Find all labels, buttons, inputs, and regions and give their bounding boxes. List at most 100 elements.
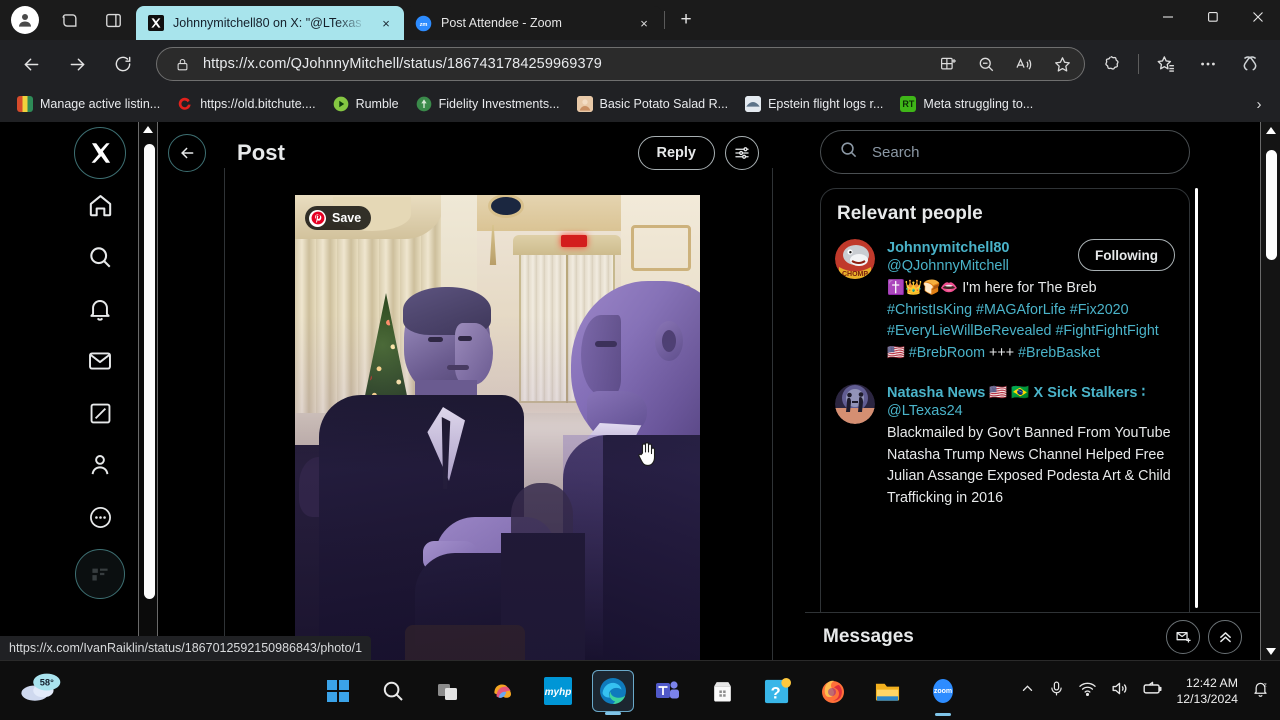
bookmark-item[interactable]: Epstein flight logs r...: [738, 93, 890, 115]
sliders-icon[interactable]: [725, 136, 759, 170]
split-screen-icon[interactable]: [934, 50, 962, 78]
favorites-list-icon[interactable]: [1148, 46, 1184, 82]
profile-avatar-button[interactable]: [8, 3, 42, 37]
avatar[interactable]: [835, 384, 875, 424]
pinterest-save-button[interactable]: Save: [305, 206, 372, 230]
scroll-up-arrow-icon[interactable]: [1265, 127, 1276, 134]
relevant-person[interactable]: CHOMP Johnnymitchell80 @QJohnnyMitchell …: [821, 235, 1189, 374]
taskbar-zoom-icon[interactable]: zoom: [922, 670, 964, 716]
new-message-icon[interactable]: [1166, 619, 1200, 654]
scroll-up-arrow-icon[interactable]: [143, 126, 153, 133]
bookmark-item[interactable]: Manage active listin...: [10, 93, 167, 115]
notification-bell-icon[interactable]: z: [1251, 679, 1270, 703]
avatar[interactable]: CHOMP: [835, 239, 875, 279]
taskbar-edge-icon[interactable]: [591, 670, 634, 715]
x-page: Post Reply Save Search Relevant people C…: [0, 122, 1280, 660]
browser-tab-x[interactable]: Johnnymitchell80 on X: "@LTexas ×: [136, 6, 404, 40]
taskbar-file-explorer-icon[interactable]: [867, 670, 909, 712]
maximize-button[interactable]: [1190, 0, 1235, 34]
bio-hashtags[interactable]: #ChristIsKing #MAGAforLife #Fix2020 #Eve…: [887, 302, 1159, 340]
sidebar-item-notifications[interactable]: [74, 283, 126, 335]
svg-text:?: ?: [771, 684, 781, 702]
page-scrollbar-left[interactable]: [138, 122, 158, 660]
person-handle[interactable]: @QJohnnyMitchell: [887, 257, 1070, 276]
battery-icon[interactable]: [1142, 678, 1163, 704]
relevant-people-card: Relevant people CHOMP Johnnymitchell80 @…: [820, 188, 1190, 660]
bio-hashtags-2[interactable]: #BrebRoom: [909, 345, 985, 361]
sidebar-item-messages[interactable]: [74, 335, 126, 387]
bookmark-item[interactable]: Fidelity Investments...: [409, 93, 567, 115]
scroll-down-arrow-icon[interactable]: [1265, 648, 1276, 655]
post-column: Post Reply Save: [158, 122, 773, 660]
person-bio: Blackmailed by Gov't Banned From YouTube…: [887, 425, 1171, 506]
taskbar-store-icon[interactable]: [702, 670, 744, 712]
bookmark-item[interactable]: https://old.bitchute....: [170, 93, 322, 115]
taskbar-get-help-icon[interactable]: ?: [757, 670, 799, 712]
bookmark-item[interactable]: Rumble: [326, 93, 406, 115]
page-scrollbar-right[interactable]: [1260, 122, 1280, 660]
bookmark-item[interactable]: RT Meta struggling to...: [893, 93, 1040, 115]
minimize-button[interactable]: [1145, 0, 1190, 34]
sidebar-item-profile[interactable]: [74, 439, 126, 491]
person-name[interactable]: Johnnymitchell80: [887, 239, 1070, 257]
scrollbar-thumb[interactable]: [1265, 150, 1277, 260]
taskbar-myhp-icon[interactable]: myhp: [537, 670, 579, 712]
sidebar-item-explore[interactable]: [74, 231, 126, 283]
microphone-icon[interactable]: [1048, 680, 1065, 702]
sidebar-item-more[interactable]: [74, 491, 126, 543]
sidebar-scrollbar-thumb[interactable]: [1195, 188, 1198, 608]
taskbar-clock[interactable]: 12:42 AM 12/13/2024: [1176, 675, 1238, 707]
browser-tab-zoom[interactable]: zm Post Attendee - Zoom ×: [404, 6, 662, 40]
rt-icon: RT: [900, 96, 917, 112]
taskbar-task-view-icon[interactable]: [427, 670, 469, 712]
sidebar-item-x-logo[interactable]: [74, 127, 126, 179]
zoom-out-icon[interactable]: [972, 50, 1000, 78]
tab-actions-icon[interactable]: [96, 3, 130, 37]
close-icon[interactable]: ×: [376, 13, 396, 33]
scrollbar-thumb[interactable]: [143, 144, 155, 599]
reply-button[interactable]: Reply: [637, 136, 715, 170]
chevron-up-icon[interactable]: [1208, 619, 1242, 654]
search-input[interactable]: Search: [820, 130, 1190, 174]
recipe-icon: [576, 96, 593, 112]
sidebar-item-account-avatar[interactable]: [75, 549, 125, 599]
person-name[interactable]: Natasha News 🇺🇸 🇧🇷 X Sick Stalkers ∶: [887, 384, 1175, 402]
speaker-icon[interactable]: [1110, 679, 1129, 703]
bookmarks-overflow-icon[interactable]: ›: [1248, 93, 1270, 115]
relevant-person[interactable]: Natasha News 🇺🇸 🇧🇷 X Sick Stalkers ∶ @LT…: [821, 374, 1189, 519]
new-tab-button[interactable]: +: [672, 6, 700, 34]
refresh-icon[interactable]: [105, 46, 141, 82]
workspaces-icon[interactable]: [52, 3, 86, 37]
browser-essentials-icon[interactable]: [1093, 46, 1129, 82]
taskbar-copilot-icon[interactable]: [482, 670, 524, 712]
running-indicator: [604, 711, 621, 715]
back-icon[interactable]: [13, 46, 49, 82]
close-icon[interactable]: ×: [634, 13, 654, 33]
sidebar-item-home[interactable]: [74, 179, 126, 231]
listing-icon: [17, 96, 33, 112]
settings-more-icon[interactable]: [1190, 46, 1226, 82]
sidebar-item-grok[interactable]: [74, 387, 126, 439]
bookmark-item[interactable]: Basic Potato Salad R...: [570, 93, 736, 115]
taskbar-search-icon[interactable]: [372, 670, 414, 712]
copilot-icon[interactable]: [1232, 46, 1268, 82]
pinterest-save-label: Save: [332, 211, 362, 225]
favorite-star-icon[interactable]: [1048, 50, 1076, 78]
following-button[interactable]: Following: [1078, 239, 1175, 271]
arrow-left-icon[interactable]: [168, 134, 206, 172]
person-handle[interactable]: @LTexas24: [887, 402, 1175, 421]
close-button[interactable]: [1235, 0, 1280, 34]
windows-taskbar: 58° myhp ? zoom 12:42 AM 12/13/2024 z: [0, 660, 1280, 720]
taskbar-firefox-icon[interactable]: [812, 670, 854, 712]
wifi-icon[interactable]: [1078, 679, 1097, 703]
bio-hashtags-3[interactable]: #BrebBasket: [1018, 345, 1100, 361]
taskbar-teams-icon[interactable]: [647, 670, 689, 712]
read-aloud-icon[interactable]: [1010, 50, 1038, 78]
chevron-up-icon[interactable]: [1020, 681, 1035, 701]
address-bar[interactable]: https://x.com/QJohnnyMitchell/status/186…: [156, 47, 1085, 81]
forward-icon[interactable]: [59, 46, 95, 82]
messages-dock[interactable]: Messages: [805, 612, 1260, 660]
tab-title: Post Attendee - Zoom: [441, 16, 562, 30]
taskbar-start-button[interactable]: [317, 670, 359, 712]
post-media-photo[interactable]: Save: [295, 195, 700, 660]
